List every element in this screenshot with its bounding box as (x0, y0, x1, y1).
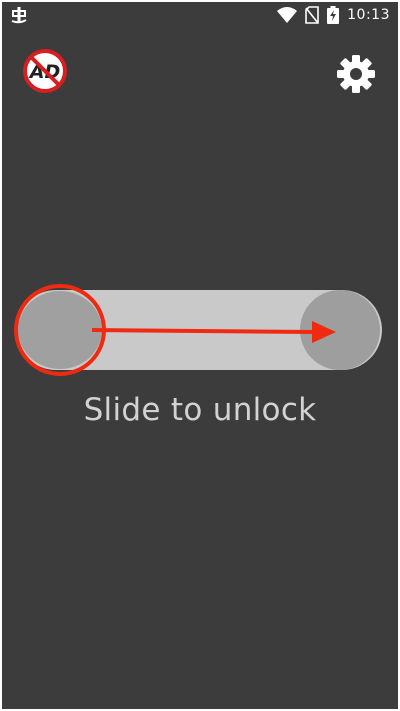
unlock-slider-target (300, 290, 380, 370)
bug-icon (11, 7, 27, 24)
unlock-slider-handle[interactable] (18, 291, 102, 369)
battery-charging-icon (327, 6, 340, 24)
no-sim-icon (305, 6, 319, 24)
slide-to-unlock-label: Slide to unlock (83, 392, 317, 428)
status-icons: 10:13 (277, 5, 390, 25)
wifi-icon (277, 7, 298, 23)
lock-screen: 10:13 AD (2, 2, 398, 709)
settings-gear-icon[interactable] (336, 54, 376, 94)
status-time: 10:13 (347, 7, 390, 23)
no-ads-icon[interactable]: AD (22, 48, 68, 94)
status-bar: 10:13 (2, 2, 398, 28)
